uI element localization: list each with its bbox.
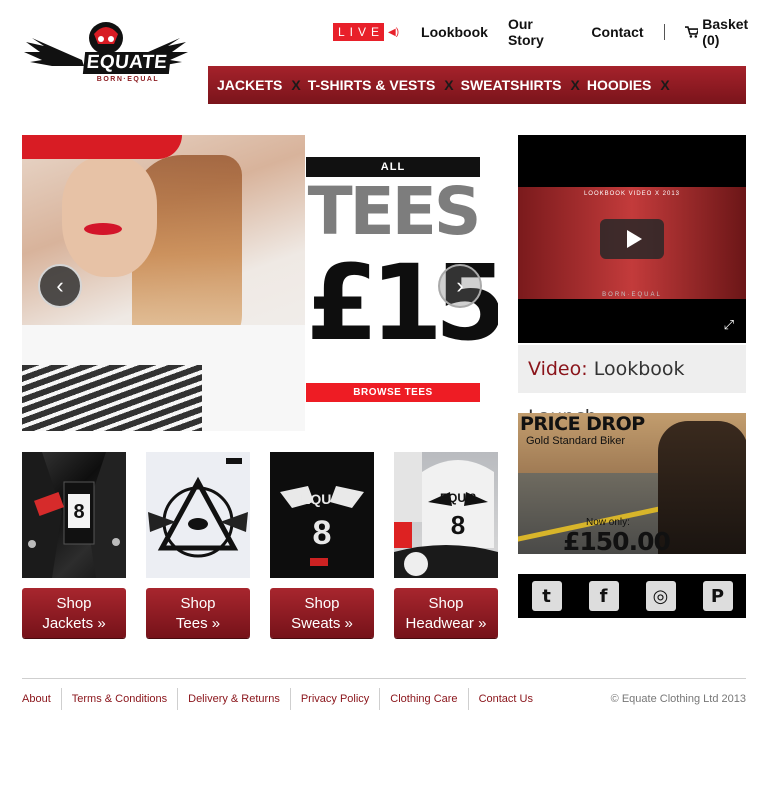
shop-headwear-card: EQU 8 8 Shop Headwear » (394, 452, 498, 638)
speaker-icon: ◀) (388, 26, 400, 38)
tees-thumbnail[interactable] (146, 452, 250, 578)
promo-tees-heading: TEES (307, 173, 482, 250)
logo-tagline: BORN·EQUAL (96, 76, 160, 83)
category-separator: X (444, 77, 454, 93)
equ8-print: EQU 8 (301, 491, 343, 507)
footer-separator (60, 688, 62, 710)
sweats-image: EQU 8 8 (280, 486, 364, 566)
eight-cap-print: 8 (451, 510, 465, 540)
shop-tees-line1: Shop (180, 595, 216, 612)
shop-headwear-button[interactable]: Shop Headwear » (394, 588, 498, 638)
footer-links: About Terms & Conditions Delivery & Retu… (22, 688, 533, 710)
top-navigation: LIVE ◀) Lookbook Our Story Contact Baske… (333, 16, 768, 48)
category-hoodies[interactable]: HOODIES (587, 77, 652, 93)
headwear-thumbnail[interactable]: EQU 8 8 (394, 452, 498, 578)
jacket-thumbnail[interactable]: 8 (22, 452, 126, 578)
live-label: LIVE (338, 25, 385, 39)
banner-model (658, 421, 746, 554)
social-links: t f ◎ P (518, 574, 746, 618)
nav-our-story[interactable]: Our Story (508, 16, 571, 48)
nav-lookbook[interactable]: Lookbook (421, 24, 488, 40)
equate-logo[interactable]: EQUATE BORN·EQUAL (22, 18, 190, 84)
photo-wing-print (22, 365, 202, 431)
shop-sweats-button[interactable]: Shop Sweats » (270, 588, 374, 638)
price-drop-subtitle: Gold Standard Biker (526, 435, 626, 447)
basket-label: Basket (0) (702, 16, 749, 48)
shop-jackets-card: 8 Shop Jackets » (22, 452, 126, 638)
twitter-icon[interactable]: t (531, 581, 562, 611)
category-separator: X (660, 77, 670, 93)
shop-sweats-line2: Sweats » (291, 615, 353, 632)
chevron-right-icon: › (456, 273, 464, 298)
footer-divider (22, 678, 746, 679)
page: EQUATE BORN·EQUAL LIVE ◀) Lookbook Our S… (0, 0, 768, 799)
nav-divider (663, 24, 665, 40)
footer-privacy[interactable]: Privacy Policy (301, 693, 369, 705)
category-sweatshirts[interactable]: SWEATSHIRTS (461, 77, 562, 93)
footer-terms[interactable]: Terms & Conditions (72, 693, 167, 705)
pinterest-icon[interactable]: P (702, 581, 733, 611)
shop-jackets-button[interactable]: Shop Jackets » (22, 588, 126, 638)
category-tshirts-vests[interactable]: T-SHIRTS & VESTS (308, 77, 436, 93)
shop-headwear-line1: Shop (428, 595, 464, 612)
copyright: © Equate Clothing Ltd 2013 (610, 693, 746, 705)
hero-slider[interactable]: ALL TEES £15 BROWSE TEES ‹ › (22, 135, 498, 431)
play-button[interactable] (600, 219, 664, 259)
video-caption-label: Video: (528, 358, 588, 380)
video-frame-brand: BORN·EQUAL (602, 292, 662, 298)
sweats-thumbnail[interactable]: EQU 8 8 (270, 452, 374, 578)
shop-tees-line2: Tees » (175, 615, 221, 632)
shop-jackets-line2: Jackets » (42, 615, 106, 632)
tees-image (148, 458, 248, 558)
category-jackets[interactable]: JACKETS (217, 77, 282, 93)
play-icon (626, 230, 642, 248)
footer-separator (177, 688, 179, 710)
price-drop-price: £150.00 (563, 527, 671, 554)
footer-separator (379, 688, 381, 710)
winged-skull-icon (24, 22, 188, 66)
video-caption[interactable]: Video: Lookbook Launch (518, 345, 746, 428)
category-separator: X (291, 77, 301, 93)
shop-sweats-line1: Shop (304, 595, 340, 612)
equ-cap-print: EQU 8 (440, 491, 476, 505)
svg-text:8: 8 (73, 501, 84, 523)
shop-tees-card: Shop Tees » (146, 452, 250, 638)
fullscreen-icon[interactable]: ⤢ (724, 318, 734, 331)
lookbook-video-player[interactable]: LOOKBOOK VIDEO X 2013 BORN·EQUAL ⤢ (518, 135, 746, 343)
slider-prev-button[interactable]: ‹ (38, 264, 82, 308)
photo-face (62, 157, 157, 277)
photo-cap (22, 135, 182, 159)
shop-sweats-card: EQU 8 8 Shop Sweats » (270, 452, 374, 638)
facebook-icon[interactable]: f (588, 581, 619, 611)
chevron-left-icon: ‹ (56, 273, 64, 298)
category-thumbnails: 8 Shop Jackets » Shop Tees » EQU 8 8 Sho… (22, 452, 498, 638)
shop-tees-button[interactable]: Shop Tees » (146, 588, 250, 638)
footer-contact[interactable]: Contact Us (479, 693, 533, 705)
category-bar: JACKETS X T-SHIRTS & VESTS X SWEATSHIRTS… (208, 66, 746, 104)
shop-headwear-line2: Headwear » (405, 615, 487, 632)
basket-link[interactable]: Basket (0) (684, 16, 768, 48)
footer-clothing-care[interactable]: Clothing Care (390, 693, 457, 705)
video-frame-title: LOOKBOOK VIDEO X 2013 (583, 191, 681, 197)
cart-icon (684, 26, 699, 38)
jacket-image: 8 (22, 452, 126, 578)
footer-about[interactable]: About (22, 693, 51, 705)
price-drop-title: PRICE DROP (520, 413, 645, 435)
price-drop-banner[interactable]: PRICE DROP Gold Standard Biker Now only:… (518, 413, 746, 554)
nav-contact[interactable]: Contact (591, 24, 643, 40)
shop-jackets-line1: Shop (56, 595, 92, 612)
footer-separator (467, 688, 469, 710)
browse-tees-button[interactable]: BROWSE TEES (306, 383, 480, 402)
headwear-image: EQU 8 8 (394, 452, 498, 578)
live-link[interactable]: LIVE (333, 23, 385, 41)
footer-delivery[interactable]: Delivery & Returns (188, 693, 280, 705)
slider-next-button[interactable]: › (438, 264, 482, 308)
photo-lips (84, 223, 122, 235)
footer-separator (289, 688, 291, 710)
category-separator: X (570, 77, 580, 93)
logo-wordmark: EQUATE (82, 52, 172, 74)
eight-print: 8 (313, 514, 332, 552)
instagram-icon[interactable]: ◎ (645, 581, 676, 611)
